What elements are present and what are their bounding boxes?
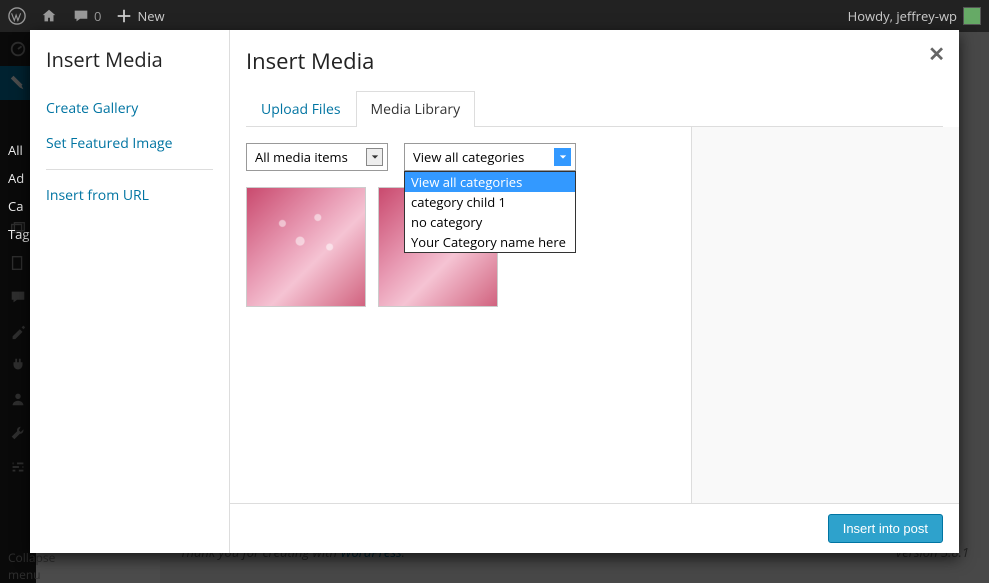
category-option[interactable]: category child 1	[405, 192, 575, 212]
category-option[interactable]: View all categories	[405, 172, 575, 192]
new-label: New	[137, 7, 164, 25]
comment-count: 0	[94, 7, 101, 25]
category-dropdown: View all categories category child 1 no …	[404, 171, 576, 253]
media-tabs: Upload Files Media Library	[246, 90, 943, 127]
create-gallery-link[interactable]: Create Gallery	[46, 91, 213, 126]
media-detail-panel	[692, 127, 959, 503]
home-icon[interactable]	[40, 7, 58, 25]
category-option[interactable]: no category	[405, 212, 575, 232]
tab-library[interactable]: Media Library	[356, 91, 476, 127]
modal-title: Insert Media	[246, 46, 943, 76]
category-option[interactable]: Your Category name here	[405, 232, 575, 252]
chevron-down-icon	[554, 148, 571, 166]
media-modal: ✕ Insert Media Create Gallery Set Featur…	[30, 30, 959, 553]
media-type-filter[interactable]: All media items	[246, 143, 388, 171]
admin-bar: 0 New Howdy, jeffrey-wp	[0, 0, 989, 32]
insert-into-post-button[interactable]: Insert into post	[828, 514, 943, 543]
media-thumbnail[interactable]	[246, 187, 366, 307]
new-link[interactable]: New	[115, 7, 164, 25]
wordpress-logo-icon[interactable]	[8, 7, 26, 25]
media-toolbar: Insert into post	[230, 503, 959, 553]
howdy-account[interactable]: Howdy, jeffrey-wp	[848, 7, 981, 25]
howdy-text: Howdy, jeffrey-wp	[848, 7, 957, 25]
comments-link[interactable]: 0	[72, 7, 101, 25]
sidebar-title: Insert Media	[46, 46, 213, 73]
set-featured-link[interactable]: Set Featured Image	[46, 126, 213, 161]
comment-icon	[72, 7, 90, 25]
category-value: View all categories	[413, 148, 524, 166]
media-type-value: All media items	[255, 148, 348, 166]
sidebar-peek: All Ad Ca Tag	[8, 141, 29, 243]
close-icon[interactable]: ✕	[928, 40, 945, 67]
chevron-down-icon	[366, 148, 383, 166]
plus-icon	[115, 7, 133, 25]
media-browser: All media items View all categories	[230, 127, 692, 503]
tab-upload[interactable]: Upload Files	[246, 91, 356, 127]
insert-url-link[interactable]: Insert from URL	[46, 178, 213, 213]
media-main: Insert Media Upload Files Media Library …	[230, 30, 959, 553]
avatar	[963, 7, 981, 25]
separator	[46, 169, 213, 170]
media-sidebar: Insert Media Create Gallery Set Featured…	[30, 30, 230, 553]
category-filter[interactable]: View all categories View all categories …	[404, 143, 576, 171]
